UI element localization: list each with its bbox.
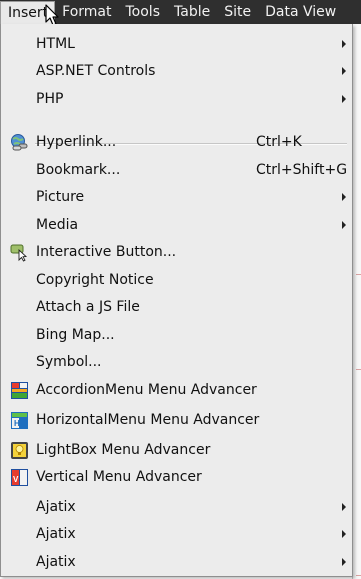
menu-item-lightbox-menu-advancer[interactable]: LightBox Menu Advancer <box>1 438 352 462</box>
menu-item-accordion-menu-advancer[interactable]: AccordionMenu Menu Advancer <box>1 378 352 402</box>
menu-item-media[interactable]: Media <box>1 213 352 237</box>
submenu-arrow-icon <box>342 221 346 229</box>
menu-item-symbol[interactable]: Symbol... <box>1 350 352 374</box>
interactive-button-icon <box>10 244 28 262</box>
menu-item-label: Picture <box>36 189 85 205</box>
menu-item-label: Symbol... <box>36 354 102 370</box>
accordion-menu-icon <box>11 382 28 399</box>
menu-item-hyperlink[interactable]: Hyperlink... Ctrl+K <box>1 130 352 154</box>
menu-item-label: Interactive Button... <box>36 244 177 260</box>
menu-item-aspnet-controls[interactable]: ASP.NET Controls <box>1 59 352 83</box>
menu-item-label: ASP.NET Controls <box>36 63 156 79</box>
menu-item-bookmark[interactable]: Bookmark... Ctrl+Shift+G <box>1 158 352 182</box>
insert-menu-dropdown: HTML ASP.NET Controls PHP Hyperlink... C… <box>0 24 353 577</box>
menu-item-label: HorizontalMenu Menu Advancer <box>36 412 260 428</box>
hyperlink-globe-icon <box>11 134 28 151</box>
submenu-arrow-icon <box>342 503 346 511</box>
menu-item-label: AccordionMenu Menu Advancer <box>36 382 257 398</box>
menu-item-ajatix-1[interactable]: Ajatix <box>1 495 352 519</box>
menu-item-label: Bing Map... <box>36 327 115 343</box>
lightbox-menu-icon <box>11 442 28 459</box>
menu-item-label: LightBox Menu Advancer <box>36 442 211 458</box>
submenu-arrow-icon <box>342 67 346 75</box>
menu-item-label: Media <box>36 217 79 233</box>
menu-item-bing-map[interactable]: Bing Map... <box>1 323 352 347</box>
menu-item-picture[interactable]: Picture <box>1 185 352 209</box>
menu-item-label: Ajatix <box>36 554 76 570</box>
menu-item-label: Copyright Notice <box>36 272 154 288</box>
menu-item-ajatix-2[interactable]: Ajatix <box>1 522 352 546</box>
vertical-menu-icon: V <box>11 469 28 486</box>
menu-data-view[interactable]: Data View <box>258 0 343 24</box>
menu-item-label: Hyperlink... <box>36 134 117 150</box>
shortcut-label: Ctrl+K <box>256 134 302 150</box>
menu-item-label: Ajatix <box>36 526 76 542</box>
submenu-arrow-icon <box>342 558 346 566</box>
menu-item-horizontal-menu-advancer[interactable]: H HorizontalMenu Menu Advancer <box>1 408 352 432</box>
menu-item-vertical-menu-advancer[interactable]: V Vertical Menu Advancer <box>1 465 352 489</box>
menu-item-html[interactable]: HTML <box>1 32 352 56</box>
document-page-edge <box>352 24 361 579</box>
menu-item-label: HTML <box>36 36 75 52</box>
menu-site[interactable]: Site <box>217 0 258 24</box>
menu-item-label: Vertical Menu Advancer <box>36 469 202 485</box>
menu-item-copyright-notice[interactable]: Copyright Notice <box>1 268 352 292</box>
svg-text:H: H <box>14 419 20 428</box>
menu-item-label: PHP <box>36 91 64 107</box>
menu-item-ajatix-3[interactable]: Ajatix <box>1 550 352 574</box>
submenu-arrow-icon <box>342 95 346 103</box>
menu-tools[interactable]: Tools <box>119 0 168 24</box>
menu-item-label: Attach a JS File <box>36 299 140 315</box>
menu-format[interactable]: Format <box>55 0 118 24</box>
horizontal-menu-icon: H <box>11 412 28 429</box>
submenu-arrow-icon <box>342 193 346 201</box>
shortcut-label: Ctrl+Shift+G <box>256 162 348 178</box>
menu-item-label: Ajatix <box>36 499 76 515</box>
menu-item-interactive-button[interactable]: Interactive Button... <box>1 240 352 264</box>
submenu-arrow-icon <box>342 40 346 48</box>
menu-item-php[interactable]: PHP <box>1 87 352 111</box>
menu-table[interactable]: Table <box>167 0 217 24</box>
menu-item-attach-js-file[interactable]: Attach a JS File <box>1 295 352 319</box>
menu-item-label: Bookmark... <box>36 162 121 178</box>
svg-text:V: V <box>13 475 19 484</box>
submenu-arrow-icon <box>342 530 346 538</box>
